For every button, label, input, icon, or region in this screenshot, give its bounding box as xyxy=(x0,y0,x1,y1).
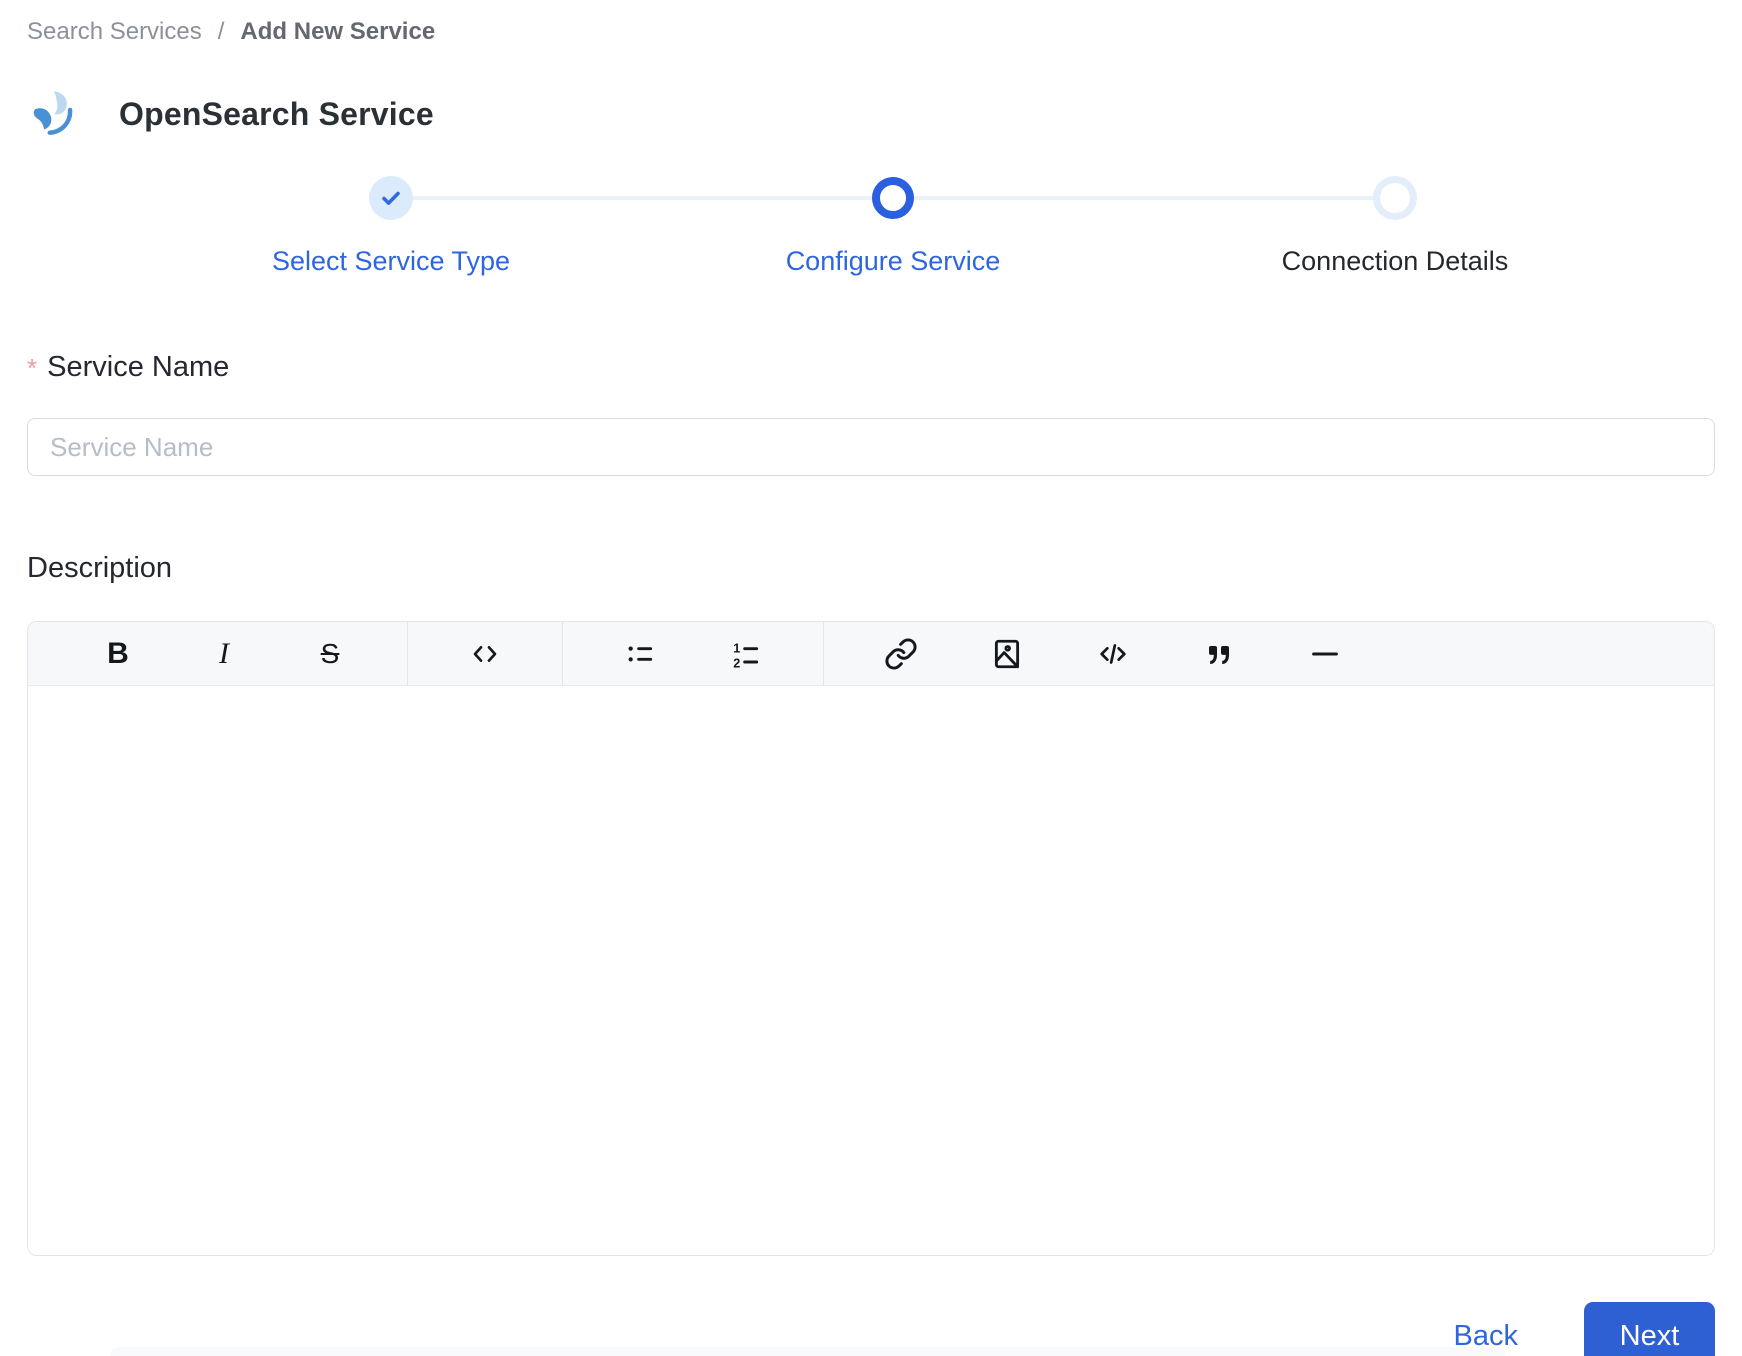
strikethrough-button[interactable]: S xyxy=(307,631,353,677)
italic-icon: I xyxy=(219,636,229,670)
page-title: OpenSearch Service xyxy=(119,95,434,132)
editor-toolbar: B I S 12 xyxy=(28,622,1714,686)
svg-text:1: 1 xyxy=(733,641,740,655)
link-button[interactable] xyxy=(878,631,924,677)
inline-code-button[interactable] xyxy=(462,631,508,677)
step-completed-circle xyxy=(369,176,413,220)
next-button[interactable]: Next xyxy=(1584,1302,1715,1356)
step-label: Configure Service xyxy=(785,246,1001,276)
horizontal-rule-icon xyxy=(1308,637,1342,671)
strikethrough-icon: S xyxy=(320,637,340,669)
breadcrumb: Search Services / Add New Service xyxy=(27,16,1715,46)
bullet-list-button[interactable] xyxy=(617,631,663,677)
description-label: Description xyxy=(27,552,173,584)
italic-button[interactable]: I xyxy=(201,631,247,677)
step-upcoming-circle xyxy=(1373,176,1417,220)
bullet-list-icon xyxy=(624,638,656,670)
blockquote-icon xyxy=(1203,638,1235,670)
image-button[interactable] xyxy=(984,631,1030,677)
step-select-service-type[interactable]: Select Service Type xyxy=(140,176,642,277)
description-editor-content[interactable] xyxy=(28,686,1714,1255)
required-asterisk: * xyxy=(27,353,38,383)
wizard-stepper: Select Service Type Configure Service Co… xyxy=(140,176,1646,277)
step-active-circle xyxy=(872,177,914,219)
check-icon xyxy=(379,186,403,210)
code-block-button[interactable] xyxy=(1090,631,1136,677)
service-name-label: * Service Name xyxy=(27,351,1715,384)
step-connection-details[interactable]: Connection Details xyxy=(1144,176,1646,277)
step-label: Select Service Type xyxy=(271,246,511,276)
next-section-peek xyxy=(110,1347,1505,1356)
toolbar-divider xyxy=(823,622,824,686)
ordered-list-button[interactable]: 12 xyxy=(723,631,769,677)
toolbar-divider xyxy=(407,622,408,686)
service-name-input[interactable] xyxy=(27,418,1715,476)
ordered-list-icon: 12 xyxy=(730,638,762,670)
bold-icon: B xyxy=(107,636,129,670)
svg-text:2: 2 xyxy=(733,656,740,670)
toolbar-divider xyxy=(562,622,563,686)
code-block-icon xyxy=(1096,637,1130,671)
breadcrumb-link-search-services[interactable]: Search Services xyxy=(27,18,202,46)
description-rich-text-editor: B I S 12 xyxy=(27,621,1715,1256)
breadcrumb-separator: / xyxy=(217,18,225,45)
opensearch-logo-icon xyxy=(27,88,79,140)
breadcrumb-current-add-new-service: Add New Service xyxy=(240,18,436,45)
bold-button[interactable]: B xyxy=(95,631,141,677)
link-icon xyxy=(884,637,918,671)
step-label: Connection Details xyxy=(1281,246,1509,276)
service-name-label-text: Service Name xyxy=(47,351,230,383)
service-header: OpenSearch Service xyxy=(27,88,1715,140)
image-icon xyxy=(990,637,1024,671)
inline-code-icon xyxy=(469,638,501,670)
add-service-page: Search Services / Add New Service OpenSe… xyxy=(0,0,1742,1356)
horizontal-rule-button[interactable] xyxy=(1302,631,1348,677)
blockquote-button[interactable] xyxy=(1196,631,1242,677)
step-configure-service[interactable]: Configure Service xyxy=(642,176,1144,277)
